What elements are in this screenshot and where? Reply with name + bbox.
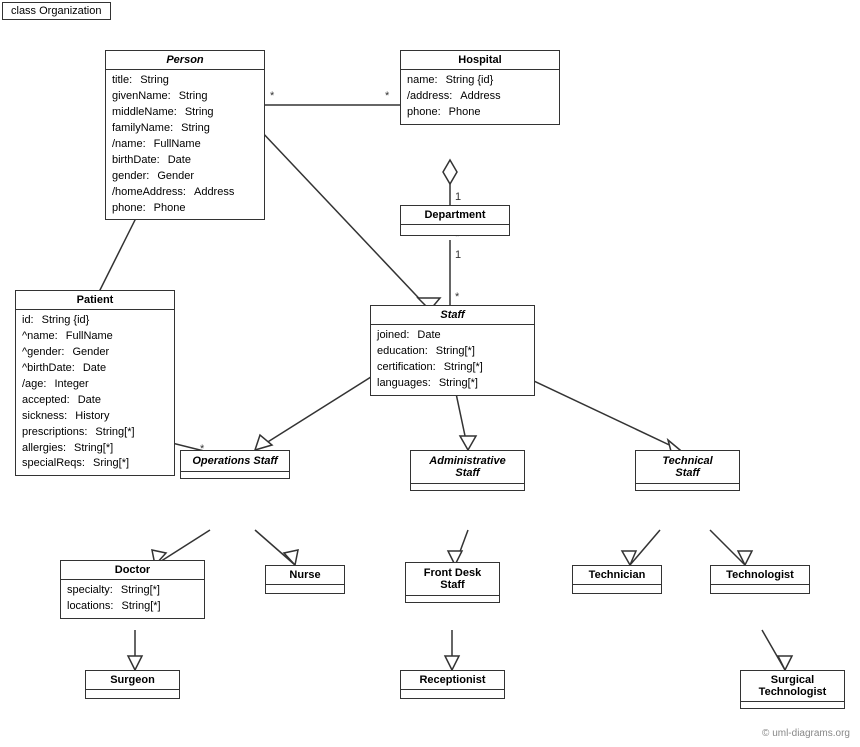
svg-text:*: * [385,90,390,102]
surgeon-class: Surgeon [85,670,180,699]
technologist-class: Technologist [710,565,810,594]
doctor-class: Doctor specialty:String[*] locations:Str… [60,560,205,619]
staff-body: joined:Date education:String[*] certific… [371,325,534,395]
watermark: © uml-diagrams.org [762,728,850,739]
operations-staff-header: Operations Staff [181,451,289,472]
staff-class: Staff joined:Date education:String[*] ce… [370,305,535,396]
receptionist-header: Receptionist [401,671,504,690]
doctor-header: Doctor [61,561,204,580]
admin-staff-header: AdministrativeStaff [411,451,524,484]
doctor-body: specialty:String[*] locations:String[*] [61,580,204,618]
patient-body: id:String {id} ^name:FullName ^gender:Ge… [16,310,174,475]
title-box: class Organization [2,2,111,20]
technologist-header: Technologist [711,566,809,585]
person-body: title:String givenName:String middleName… [106,70,264,219]
surgical-technologist-class: SurgicalTechnologist [740,670,845,709]
front-desk-header: Front DeskStaff [406,563,499,596]
diagram-title: class Organization [11,5,102,17]
hospital-body: name:String {id} /address:Address phone:… [401,70,559,124]
receptionist-class: Receptionist [400,670,505,699]
person-class: Person title:String givenName:String mid… [105,50,265,220]
patient-class: Patient id:String {id} ^name:FullName ^g… [15,290,175,476]
surgical-technologist-header: SurgicalTechnologist [741,671,844,702]
technical-staff-header: TechnicalStaff [636,451,739,484]
operations-staff-class: Operations Staff [180,450,290,479]
hospital-class: Hospital name:String {id} /address:Addre… [400,50,560,125]
nurse-class: Nurse [265,565,345,594]
nurse-header: Nurse [266,566,344,585]
svg-text:*: * [455,291,460,303]
staff-header: Staff [371,306,534,325]
svg-text:1: 1 [455,191,461,203]
svg-text:1: 1 [455,249,461,261]
diagram: class Organization * * 1 * 1 * * * [0,0,860,747]
department-class: Department [400,205,510,236]
front-desk-class: Front DeskStaff [405,562,500,603]
admin-staff-class: AdministrativeStaff [410,450,525,491]
person-header: Person [106,51,264,70]
technical-staff-class: TechnicalStaff [635,450,740,491]
svg-text:*: * [270,90,275,102]
hospital-header: Hospital [401,51,559,70]
patient-header: Patient [16,291,174,310]
surgeon-header: Surgeon [86,671,179,690]
technician-header: Technician [573,566,661,585]
department-body [401,225,509,235]
technician-class: Technician [572,565,662,594]
department-header: Department [401,206,509,225]
